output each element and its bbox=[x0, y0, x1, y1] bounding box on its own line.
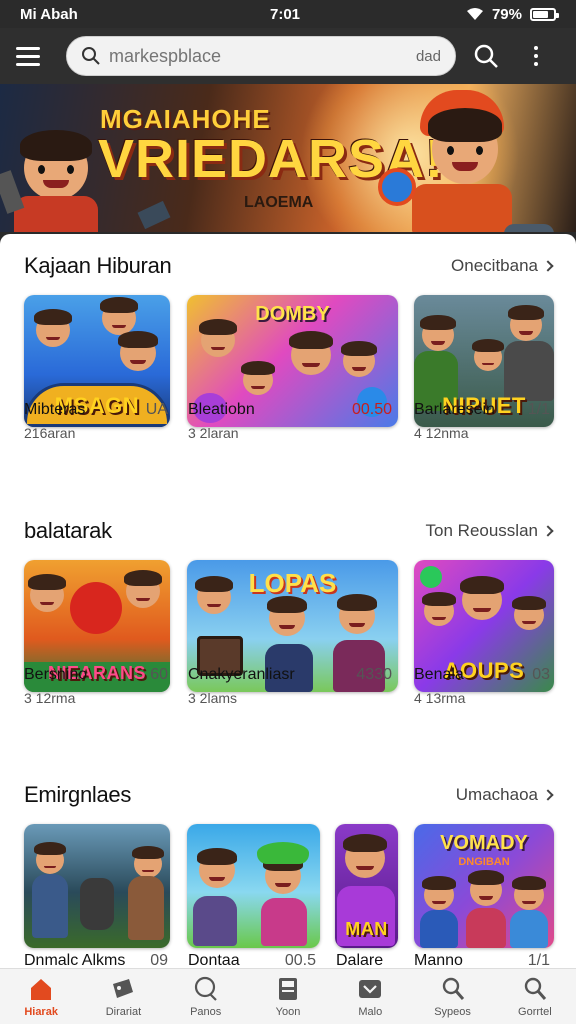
game-tile[interactable] bbox=[24, 824, 170, 948]
item-price: 60 bbox=[150, 666, 168, 683]
item-subtitle: 3 2lams bbox=[188, 690, 238, 706]
search-icon bbox=[524, 977, 546, 1000]
section-emerging: Emirgnlaes Umachaoa MAN VOMADY DNGIBAN D… bbox=[0, 780, 576, 968]
game-tile[interactable] bbox=[187, 824, 320, 948]
item-name: Dontaa bbox=[188, 952, 240, 968]
clock: 7:01 bbox=[270, 5, 301, 23]
nav-item-tickets[interactable]: Dirariat bbox=[82, 969, 164, 1024]
carrier-label: Mi Abah bbox=[20, 5, 78, 23]
item-subtitle: 3 12rma bbox=[24, 690, 76, 706]
nav-item-games[interactable]: Malo bbox=[329, 969, 411, 1024]
status-bar: Mi Abah 7:01 79% bbox=[0, 0, 576, 28]
chevron-right-icon bbox=[542, 789, 554, 801]
chevron-right-icon bbox=[542, 260, 554, 272]
item-subtitle: 3 2laran bbox=[188, 425, 239, 441]
item-name: Mibteras bbox=[24, 401, 86, 418]
item-price: 00.5 bbox=[284, 952, 316, 968]
chevron-right-icon bbox=[542, 525, 554, 537]
item-name: Bersnino bbox=[24, 666, 88, 683]
item-name: Bleatiobn bbox=[188, 401, 255, 418]
app-bar: dad bbox=[0, 28, 576, 84]
item-name: Manno bbox=[414, 952, 463, 968]
banner-line-3: LAOEMA bbox=[244, 194, 314, 211]
banner-character-left bbox=[20, 130, 92, 200]
tile-label: VOMADY bbox=[440, 832, 528, 854]
wifi-icon bbox=[466, 8, 483, 20]
search-bar[interactable]: dad bbox=[66, 36, 456, 76]
see-all-link[interactable]: Onecitbana bbox=[451, 256, 554, 276]
section-entertainment: Kajaan Hiburan Onecitbana MSAGN DOMBY NI… bbox=[0, 251, 576, 481]
nav-item-control[interactable]: Gorrtel bbox=[494, 969, 576, 1024]
nav-item-chat[interactable]: Panos bbox=[165, 969, 247, 1024]
item-name: Dalare bbox=[336, 952, 384, 968]
menu-icon[interactable] bbox=[16, 41, 46, 71]
item-subtitle: 4 13rma bbox=[414, 690, 466, 706]
game-tile[interactable]: VOMADY DNGIBAN bbox=[414, 824, 554, 948]
item-price: 09 bbox=[150, 952, 168, 968]
see-all-link[interactable]: Ton Reousslan bbox=[426, 521, 554, 541]
home-icon bbox=[31, 978, 52, 1000]
item-price: 03 bbox=[532, 666, 550, 683]
chat-icon bbox=[194, 976, 217, 1001]
device-icon bbox=[278, 977, 297, 1000]
item-price: 1/1 bbox=[527, 952, 550, 968]
more-options-button[interactable] bbox=[516, 36, 556, 76]
battery-percent: 79% bbox=[491, 5, 522, 23]
nav-item-device[interactable]: Yoon bbox=[247, 969, 329, 1024]
search-icon bbox=[82, 47, 100, 65]
game-icon bbox=[359, 979, 382, 998]
more-vert-icon bbox=[534, 46, 538, 66]
search-input[interactable] bbox=[109, 45, 416, 67]
section-title: balatarak bbox=[24, 518, 112, 543]
search-icon bbox=[474, 44, 498, 68]
item-name: Benala bbox=[414, 666, 464, 683]
item-price: UA bbox=[145, 401, 168, 418]
battery-level bbox=[533, 10, 549, 18]
section-title: Emirgnlaes bbox=[24, 782, 132, 807]
game-tile[interactable]: MAN bbox=[335, 824, 398, 948]
item-subtitle: 216aran bbox=[24, 425, 76, 441]
item-subtitle: 4 12nma bbox=[414, 425, 469, 441]
search-suffix: dad bbox=[415, 47, 441, 65]
item-price: 4330 bbox=[356, 666, 392, 683]
nav-item-home[interactable]: Hiarak bbox=[0, 969, 82, 1024]
section-featured: balatarak Ton Reousslan NIEARANS LOPAS A… bbox=[0, 516, 576, 746]
tile-subtitle: DNGIBAN bbox=[458, 856, 510, 868]
battery-icon bbox=[530, 7, 559, 21]
item-name: Cnakyeranliasr bbox=[188, 666, 295, 683]
banner-character-right bbox=[428, 108, 502, 184]
nav-item-search[interactable]: Sypeos bbox=[411, 969, 493, 1024]
item-price: 1/1 bbox=[527, 401, 550, 418]
promo-banner[interactable]: MGAIAHOHE VRIEDARSA! LAOEMA bbox=[0, 84, 576, 232]
bottom-navigation: Hiarak Dirariat Panos Yoon Malo Sypeos G… bbox=[0, 968, 576, 1024]
item-price: 00.50 bbox=[351, 401, 392, 418]
search-icon bbox=[442, 977, 464, 1000]
see-all-link[interactable]: Umachaoa bbox=[456, 785, 554, 805]
ticket-icon bbox=[113, 978, 134, 998]
content-panel: Kajaan Hiburan Onecitbana MSAGN DOMBY NI… bbox=[0, 234, 576, 968]
search-button[interactable] bbox=[466, 36, 506, 76]
item-name: Dnmalc Alkms bbox=[24, 952, 126, 968]
item-name: Barlaresein bbox=[414, 401, 495, 418]
tile-label: MAN bbox=[345, 919, 388, 939]
status-icons: 79% bbox=[466, 5, 559, 23]
section-title: Kajaan Hiburan bbox=[24, 253, 172, 278]
